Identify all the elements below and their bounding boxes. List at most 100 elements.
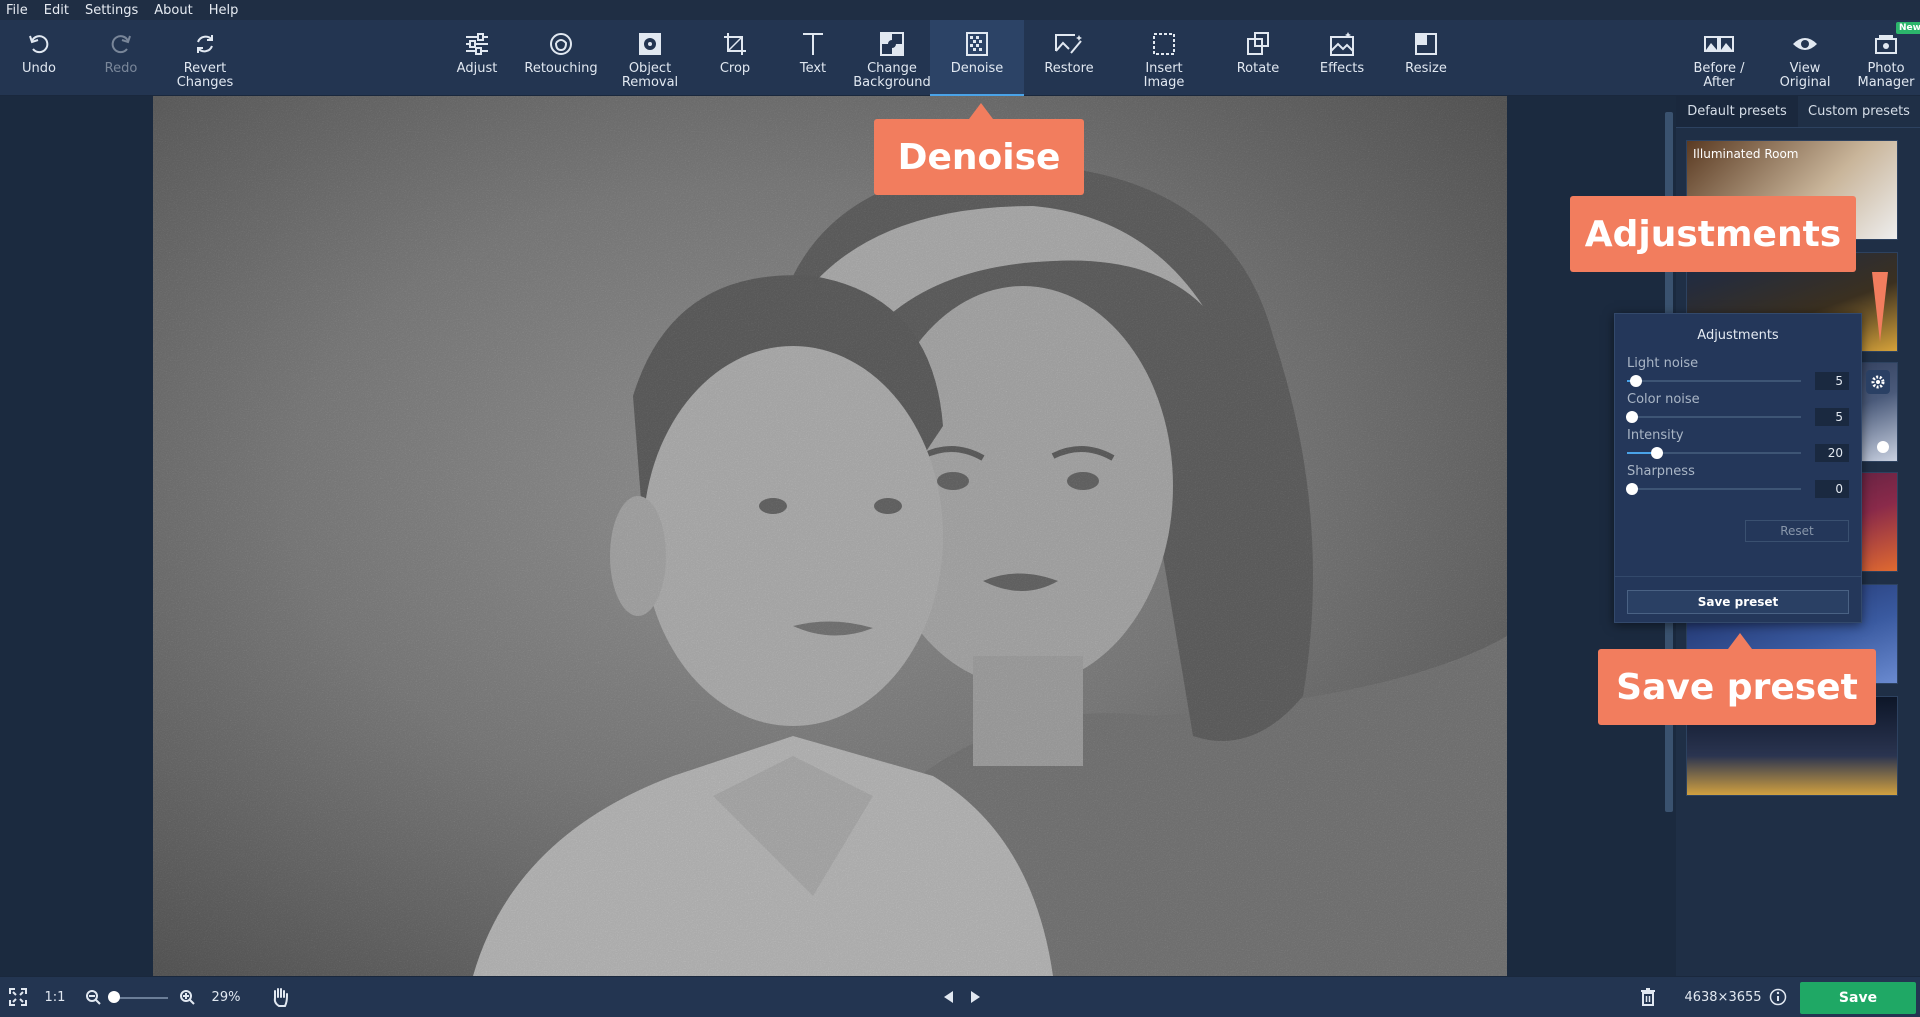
preset-slider-knob[interactable] — [1877, 441, 1889, 453]
hand-tool-button[interactable] — [268, 977, 292, 1017]
redo-button[interactable]: Redo — [86, 20, 156, 96]
arrow-left-icon — [944, 991, 953, 1003]
zoom-out-button[interactable] — [82, 977, 104, 1017]
menu-about[interactable]: About — [154, 3, 192, 18]
zoom-in-icon — [180, 990, 195, 1005]
zoom-slider-knob[interactable] — [108, 991, 120, 1003]
slider-knob[interactable] — [1629, 375, 1642, 387]
slider-value-input[interactable]: 5 — [1815, 408, 1849, 426]
slider-label: Light noise — [1627, 356, 1699, 371]
image-info-button[interactable] — [1766, 977, 1790, 1017]
slider-value-input[interactable]: 5 — [1815, 372, 1849, 390]
view-original-button[interactable]: View Original — [1766, 20, 1844, 96]
slider-intensity[interactable]: Intensity 20 — [1627, 428, 1849, 462]
slider-label: Intensity — [1627, 428, 1684, 443]
tool-crop[interactable]: Crop — [700, 20, 770, 96]
slider-value-input[interactable]: 20 — [1815, 444, 1849, 462]
menu-file[interactable]: File — [6, 3, 28, 18]
sliders-icon — [461, 28, 493, 60]
revert-changes-button[interactable]: Revert Changes — [165, 20, 245, 96]
delete-button[interactable] — [1636, 977, 1660, 1017]
menu-settings[interactable]: Settings — [85, 3, 138, 18]
tool-insert-image[interactable]: Insert Image — [1128, 20, 1200, 96]
denoise-icon — [961, 28, 993, 60]
tab-default-presets[interactable]: Default presets — [1676, 96, 1798, 128]
slider-track[interactable] — [1626, 411, 1801, 423]
slider-track[interactable] — [1627, 447, 1801, 459]
slider-label: Color noise — [1627, 392, 1700, 407]
before-after-icon — [1703, 28, 1735, 60]
tool-denoise[interactable]: Denoise — [930, 20, 1024, 96]
tool-effects[interactable]: Effects — [1306, 20, 1378, 96]
canvas-area[interactable] — [0, 96, 1662, 976]
save-preset-button[interactable]: Save preset — [1627, 590, 1849, 614]
slider-track[interactable] — [1627, 375, 1801, 387]
photo-manager-label: Photo Manager — [1857, 61, 1915, 90]
adjustments-callout-text: Adjustments — [1584, 213, 1842, 255]
tool-restore[interactable]: Restore — [1030, 20, 1108, 96]
fullscreen-icon — [9, 988, 27, 1006]
slider-color-noise[interactable]: Color noise 5 — [1626, 392, 1849, 426]
change-background-label: Change Background — [853, 61, 931, 90]
preset-settings-button[interactable] — [1866, 370, 1890, 394]
redo-label: Redo — [104, 61, 138, 76]
menu-edit[interactable]: Edit — [44, 3, 69, 18]
actual-size-button[interactable]: 1:1 — [40, 977, 70, 1017]
toolbar: Undo Redo Revert Changes Adjust Retouchi… — [0, 20, 1920, 96]
trash-icon — [1641, 988, 1655, 1006]
arrow-right-icon — [971, 991, 980, 1003]
revert-icon — [189, 28, 221, 60]
image-dimensions: 4638×3655 — [1684, 989, 1762, 1005]
tool-resize[interactable]: Resize — [1390, 20, 1462, 96]
view-original-label: View Original — [1779, 61, 1831, 90]
insert-image-label: Insert Image — [1143, 61, 1185, 90]
previous-image-button[interactable] — [938, 977, 958, 1017]
eye-icon — [1789, 28, 1821, 60]
slider-light-noise[interactable]: Light noise 5 — [1627, 356, 1849, 390]
slider-value-input[interactable]: 0 — [1815, 480, 1849, 498]
text-label: Text — [799, 61, 827, 76]
revert-label: Revert Changes — [176, 61, 234, 90]
slider-sharpness[interactable]: Sharpness 0 — [1626, 464, 1849, 498]
crop-icon — [719, 28, 751, 60]
slider-knob[interactable] — [1626, 411, 1639, 423]
undo-label: Undo — [22, 61, 56, 76]
slider-label: Sharpness — [1627, 464, 1695, 479]
zoom-in-button[interactable] — [176, 977, 198, 1017]
photo-canvas[interactable] — [153, 96, 1507, 976]
reset-button[interactable]: Reset — [1745, 520, 1849, 542]
popup-divider — [1615, 576, 1861, 577]
fit-to-screen-button[interactable] — [4, 977, 32, 1017]
tool-rotate[interactable]: Rotate — [1222, 20, 1294, 96]
slider-knob[interactable] — [1626, 483, 1639, 495]
undo-button[interactable]: Undo — [4, 20, 74, 96]
tool-object-removal[interactable]: Object Removal — [612, 20, 688, 96]
effects-icon — [1326, 28, 1358, 60]
portrait-photo — [153, 96, 1507, 976]
preset-tabs: Default presets Custom presets — [1676, 96, 1920, 128]
before-after-button[interactable]: Before / After — [1680, 20, 1758, 96]
tab-custom-presets[interactable]: Custom presets — [1798, 96, 1920, 128]
crop-label: Crop — [719, 61, 751, 76]
slider-track[interactable] — [1626, 483, 1801, 495]
zoom-slider-track[interactable] — [112, 997, 168, 999]
slider-knob[interactable] — [1650, 447, 1663, 459]
next-image-button[interactable] — [966, 977, 986, 1017]
gear-icon — [1871, 375, 1885, 389]
tool-adjust[interactable]: Adjust — [444, 20, 510, 96]
retouching-label: Retouching — [524, 61, 598, 76]
adjustments-popup: Adjustments Light noise 5 Color noise 5 Inte… — [1614, 313, 1862, 623]
denoise-callout: Denoise — [874, 103, 1084, 195]
resize-label: Resize — [1405, 61, 1447, 76]
save-preset-callout-text: Save preset — [1616, 666, 1858, 708]
before-after-label: Before / After — [1693, 61, 1745, 90]
denoise-callout-text: Denoise — [897, 136, 1061, 178]
status-bar: 1:1 29% 4638×3655 Save — [0, 976, 1920, 1017]
menu-help[interactable]: Help — [209, 3, 239, 18]
save-button[interactable]: Save — [1800, 982, 1916, 1014]
change-background-icon — [876, 28, 908, 60]
callout-arrow — [969, 103, 993, 119]
tool-change-background[interactable]: Change Background — [852, 20, 932, 96]
tool-retouching[interactable]: Retouching — [522, 20, 600, 96]
tool-text[interactable]: Text — [778, 20, 848, 96]
